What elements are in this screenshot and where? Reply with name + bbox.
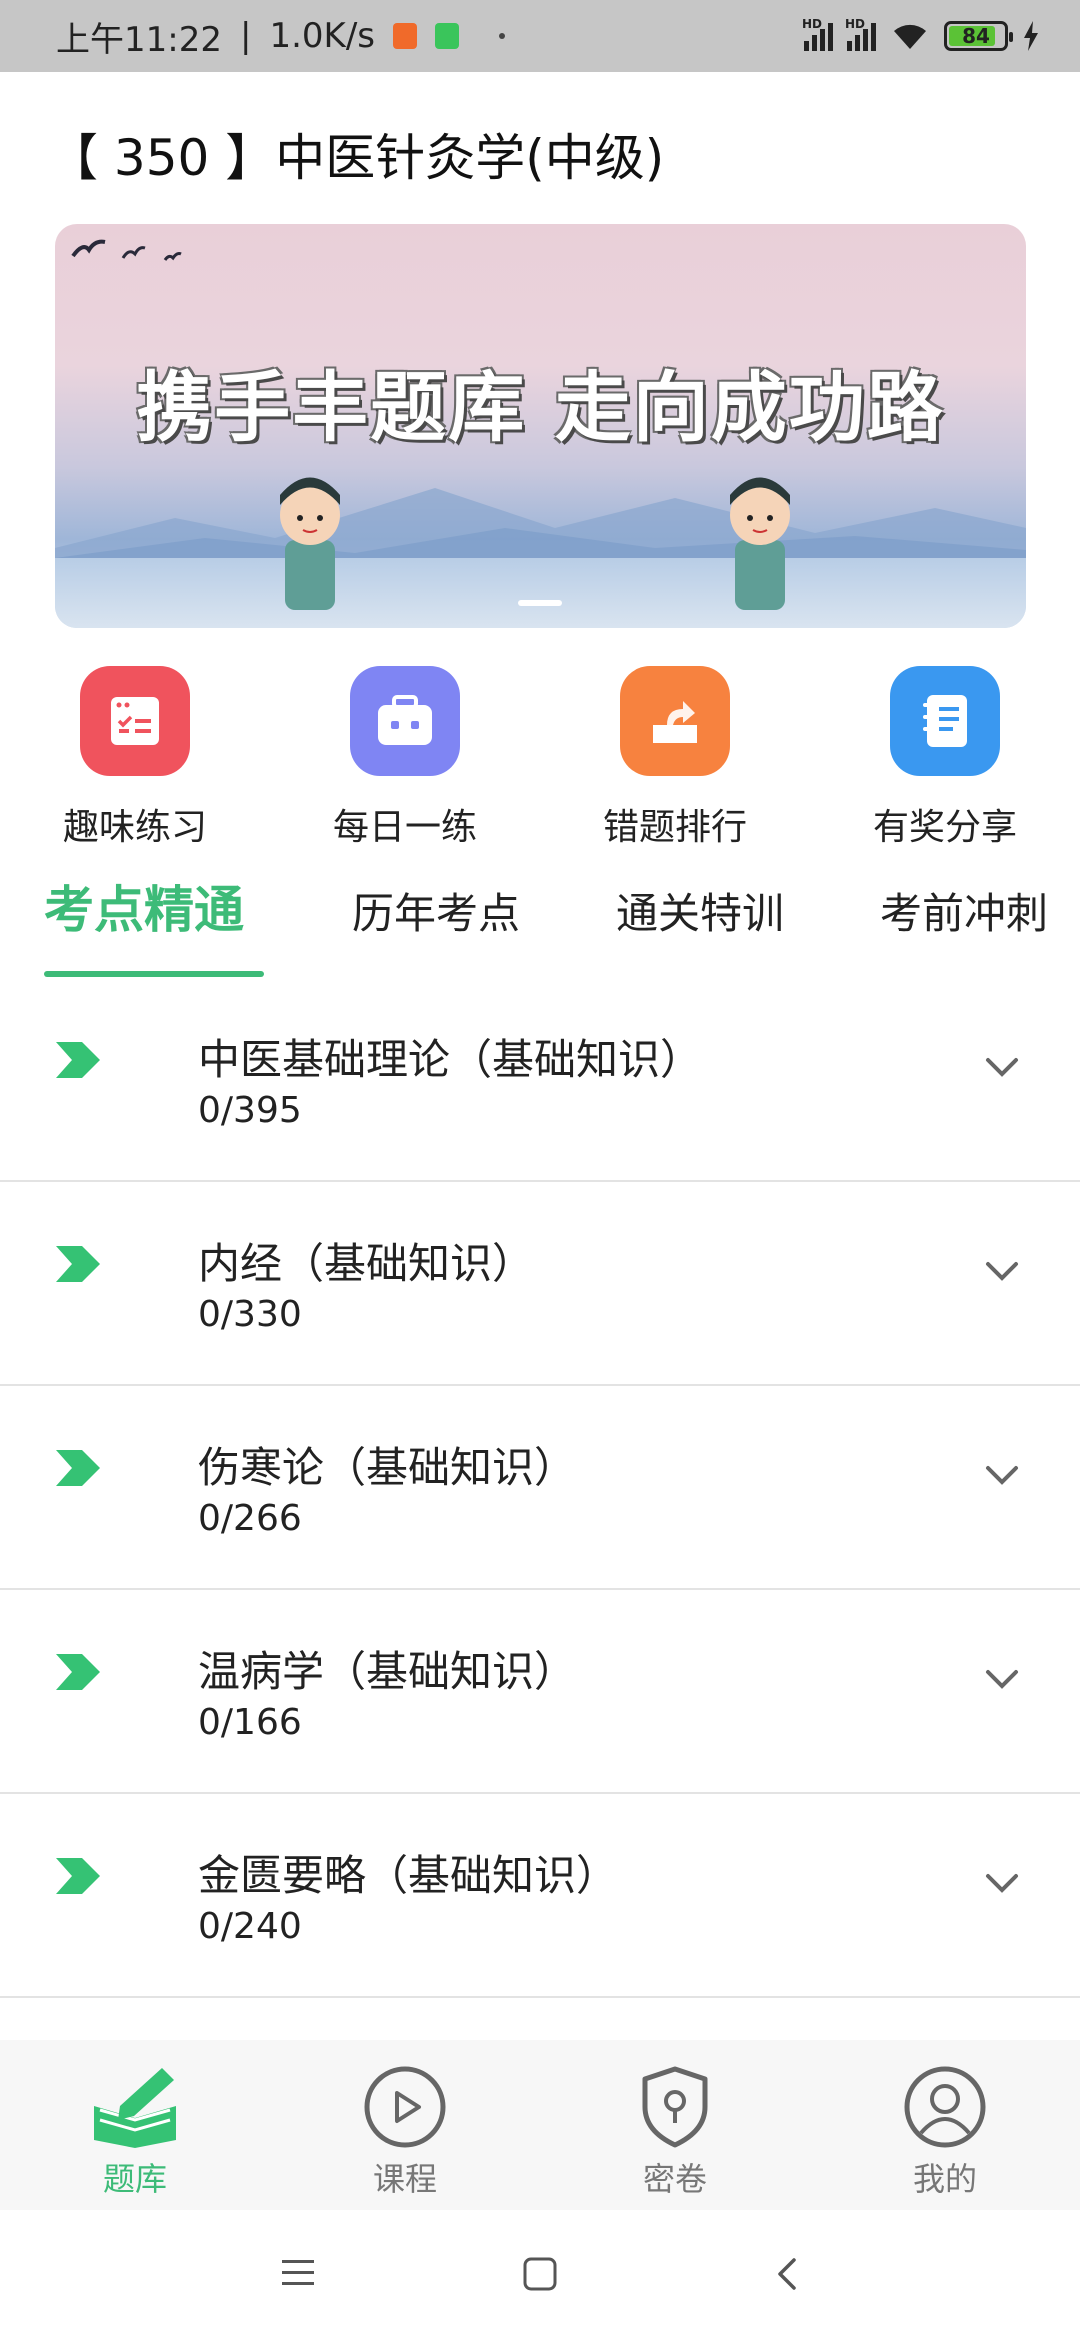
bottom-navigation: 题库 课程 密卷 我的 [0,2040,1080,2210]
chapter-progress: 0/240 [198,1906,302,1947]
mountains-decoration [55,488,1026,568]
user-circle-icon [900,2062,990,2152]
chevron-down-icon[interactable] [984,1260,1020,1284]
question-bank-icon [90,2062,180,2152]
status-bar: 上午11:22 | 1.0K/s HD HD 84 [0,0,1080,72]
back-icon[interactable] [772,2256,802,2292]
chapter-name: 中医基础理论（基础知识） [198,1035,703,1084]
quick-action-wrong-ranking[interactable]: 错题排行 [540,666,810,850]
chapter-progress: 0/330 [198,1294,302,1335]
list-item[interactable]: 温病学（基础知识） 0/166 [0,1590,1080,1794]
nav-label: 我的 [912,2160,977,2198]
status-net-speed: 1.0K/s [269,16,375,56]
nav-label: 题库 [102,2160,167,2198]
tab-key-points[interactable]: 考点精通 [44,870,244,942]
tab-past-points[interactable]: 历年考点 [352,880,520,941]
nav-label: 课程 [372,2160,437,2198]
quick-action-daily-practice[interactable]: 每日一练 [270,666,540,850]
briefcase-icon [350,666,460,776]
quick-action-label: 每日一练 [332,807,477,848]
quick-action-fun-practice[interactable]: 趣味练习 [0,666,270,850]
page-title: 【 350 】中医针灸学(中级) [48,129,665,187]
chapter-name: 温病学（基础知识） [198,1647,577,1696]
chapter-arrow-icon [56,1246,100,1282]
chapter-progress: 0/266 [198,1498,302,1539]
chevron-down-icon[interactable] [984,1464,1020,1488]
wifi-icon [894,24,926,49]
quick-action-label: 趣味练习 [62,807,207,848]
chevron-down-icon[interactable] [984,1872,1020,1896]
battery-icon: 84 [944,21,1013,51]
notification-download-icon [435,23,459,49]
nav-question-bank[interactable]: 题库 [0,2040,270,2210]
quick-action-reward-share[interactable]: 有奖分享 [810,666,1080,850]
charging-icon [1024,21,1038,51]
quick-actions: 趣味练习 每日一练 错题排行 有奖分享 [0,666,1080,850]
active-tab-indicator [44,971,264,977]
chapter-name: 金匮要略（基础知识） [198,1851,619,1900]
system-navigation-bar [0,2210,1080,2340]
list-item[interactable]: 伤寒论（基础知识） 0/266 [0,1386,1080,1590]
chapter-name: 伤寒论（基础知识） [198,1443,577,1492]
water-decoration [55,558,1026,628]
chevron-down-icon[interactable] [984,1056,1020,1080]
list-item[interactable]: 金匮要略（基础知识） 0/240 [0,1794,1080,1998]
tab-bar: 考点精通 历年考点 通关特训 考前冲刺 [0,870,1080,980]
chapter-name: 内经（基础知识） [198,1239,535,1288]
chevron-down-icon[interactable] [984,1668,1020,1692]
quick-action-label: 有奖分享 [872,807,1017,848]
scholar-character-right [730,477,790,610]
promo-banner[interactable]: 携手丰题库 走向成功路 [55,224,1026,628]
chapter-progress: 0/395 [198,1090,302,1131]
nav-label: 密卷 [642,2160,707,2198]
nav-mine[interactable]: 我的 [810,2040,1080,2210]
share-box-icon [620,666,730,776]
banner-page-indicator [518,600,562,606]
chapter-list: 中医基础理论（基础知识） 0/395 内经（基础知识） 0/330 伤寒论（基础… [0,978,1080,1998]
tab-final-sprint[interactable]: 考前冲刺 [880,880,1048,941]
quick-action-label: 错题排行 [602,807,747,848]
checklist-icon [80,666,190,776]
tab-special-training[interactable]: 通关特训 [616,880,784,941]
home-icon[interactable] [522,2256,558,2292]
more-notifications-icon [499,33,505,39]
nav-secret-papers[interactable]: 密卷 [540,2040,810,2210]
notification-app-icon [393,23,417,49]
play-circle-icon [360,2062,450,2152]
banner-slogan: 携手丰题库 走向成功路 [136,363,945,452]
signal-icon: HD [802,17,833,51]
chapter-arrow-icon [56,1858,100,1894]
signal-icon-2: HD [845,17,876,51]
menu-icon[interactable] [280,2256,316,2290]
chapter-arrow-icon [56,1654,100,1690]
shield-lock-icon [630,2062,720,2152]
chapter-progress: 0/166 [198,1702,302,1743]
notebook-icon [890,666,1000,776]
list-item[interactable]: 中医基础理论（基础知识） 0/395 [0,978,1080,1182]
chapter-arrow-icon [56,1450,100,1486]
list-item[interactable]: 内经（基础知识） 0/330 [0,1182,1080,1386]
birds-decoration [71,239,182,261]
nav-course[interactable]: 课程 [270,2040,540,2210]
status-time: 上午11:22 [56,19,222,60]
scholar-character-left [280,477,340,610]
chapter-arrow-icon [56,1042,100,1078]
status-divider: | [239,16,252,56]
